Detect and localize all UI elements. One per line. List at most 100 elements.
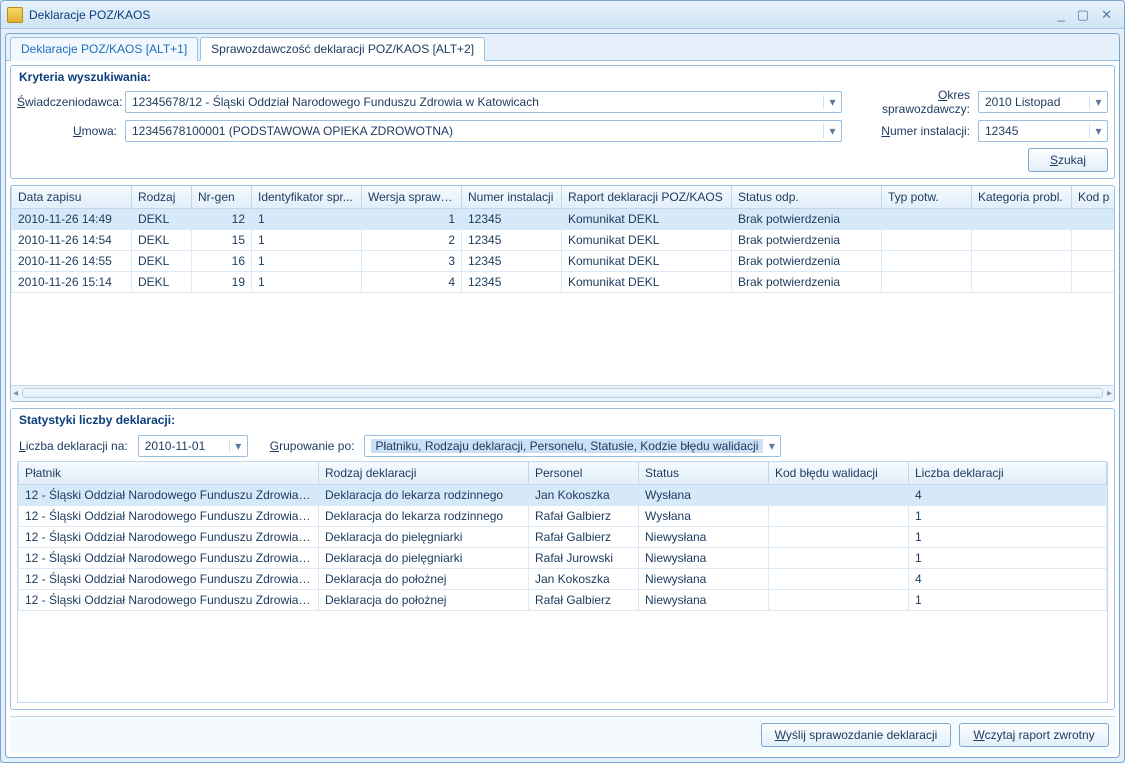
column-header[interactable]: Wersja sprawoz... bbox=[362, 186, 462, 209]
footer-actions: Wyślij sprawozdanie deklaracji Wczytaj r… bbox=[10, 716, 1115, 753]
column-header[interactable]: Liczba deklaracji bbox=[909, 462, 1107, 485]
umowa-dropdown[interactable]: 12345678100001 (PODSTAWOWA OPIEKA ZDROWO… bbox=[125, 120, 842, 142]
table-cell: 1 bbox=[252, 209, 362, 230]
scroll-right-icon[interactable]: ▸ bbox=[1107, 388, 1112, 399]
tab-sprawozdawczosc[interactable]: Sprawozdawczość deklaracji POZ/KAOS [ALT… bbox=[200, 37, 485, 61]
table-cell: DEKL bbox=[132, 272, 192, 293]
table-cell: Brak potwierdzenia bbox=[732, 251, 882, 272]
table-cell: 12 bbox=[192, 209, 252, 230]
table-cell bbox=[972, 209, 1072, 230]
table-cell: Rafał Galbierz bbox=[529, 589, 639, 610]
column-header[interactable]: Status bbox=[639, 462, 769, 485]
okres-label: Okres sprawozdawczy: bbox=[850, 88, 970, 116]
okres-dropdown[interactable]: 2010 Listopad ▾ bbox=[978, 91, 1108, 113]
table-cell: Brak potwierdzenia bbox=[732, 230, 882, 251]
table-cell: 2010-11-26 15:14 bbox=[12, 272, 132, 293]
table-cell: Niewysłana bbox=[639, 568, 769, 589]
search-button[interactable]: Szukaj bbox=[1028, 148, 1108, 172]
table-row[interactable]: 2010-11-26 14:54DEKL151212345Komunikat D… bbox=[12, 230, 1115, 251]
table-row[interactable]: 2010-11-26 15:14DEKL191412345Komunikat D… bbox=[12, 272, 1115, 293]
table-cell: Wysłana bbox=[639, 505, 769, 526]
column-header[interactable]: Rodzaj deklaracji bbox=[319, 462, 529, 485]
table-cell: 2010-11-26 14:55 bbox=[12, 251, 132, 272]
table-cell: 1 bbox=[252, 230, 362, 251]
table-cell: 12 - Śląski Oddział Narodowego Funduszu … bbox=[19, 547, 319, 568]
table-cell: 1 bbox=[252, 251, 362, 272]
table-row[interactable]: 2010-11-26 14:49DEKL121112345Komunikat D… bbox=[12, 209, 1115, 230]
table-cell: Brak potwierdzenia bbox=[732, 209, 882, 230]
table-cell: 1 bbox=[909, 547, 1107, 568]
table-row[interactable]: 12 - Śląski Oddział Narodowego Funduszu … bbox=[19, 547, 1107, 568]
chevron-down-icon: ▾ bbox=[229, 439, 247, 453]
maximize-button[interactable]: ▢ bbox=[1071, 7, 1095, 23]
column-header[interactable]: Raport deklaracji POZ/KAOS bbox=[562, 186, 732, 209]
numer-instalacji-label: Numer instalacji: bbox=[850, 124, 970, 138]
table-cell: 1 bbox=[909, 589, 1107, 610]
table-cell: Niewysłana bbox=[639, 526, 769, 547]
table-cell: 12345 bbox=[462, 230, 562, 251]
table-cell: Niewysłana bbox=[639, 547, 769, 568]
column-header[interactable]: Kod błędu walidacji bbox=[769, 462, 909, 485]
column-header[interactable]: Personel bbox=[529, 462, 639, 485]
numer-instalacji-value: 12345 bbox=[985, 124, 1089, 138]
table-row[interactable]: 12 - Śląski Oddział Narodowego Funduszu … bbox=[19, 484, 1107, 505]
table-cell: Rafał Galbierz bbox=[529, 505, 639, 526]
load-return-report-button[interactable]: Wczytaj raport zwrotny bbox=[959, 723, 1109, 747]
table-row[interactable]: 12 - Śląski Oddział Narodowego Funduszu … bbox=[19, 526, 1107, 547]
stats-grid[interactable]: PłatnikRodzaj deklaracjiPersonelStatusKo… bbox=[17, 461, 1108, 704]
table-row[interactable]: 12 - Śląski Oddział Narodowego Funduszu … bbox=[19, 589, 1107, 610]
grupowanie-dropdown[interactable]: Płatniku, Rodzaju deklaracji, Personelu,… bbox=[364, 435, 781, 457]
criteria-title: Kryteria wyszukiwania: bbox=[17, 68, 1108, 88]
table-cell: Komunikat DEKL bbox=[562, 209, 732, 230]
table-cell: 1 bbox=[252, 272, 362, 293]
table-cell bbox=[1072, 272, 1115, 293]
umowa-label: Umowa: bbox=[17, 124, 117, 138]
table-cell: 12345 bbox=[462, 251, 562, 272]
table-cell bbox=[769, 568, 909, 589]
table-cell: Jan Kokoszka bbox=[529, 484, 639, 505]
table-cell: 4 bbox=[909, 568, 1107, 589]
column-header[interactable]: Kod p bbox=[1072, 186, 1115, 209]
horizontal-scrollbar[interactable]: ◂ ▸ bbox=[11, 385, 1114, 401]
close-button[interactable]: ✕ bbox=[1095, 7, 1118, 23]
column-header[interactable]: Płatnik bbox=[19, 462, 319, 485]
swiadczeniodawca-dropdown[interactable]: 12345678/12 - Śląski Oddział Narodowego … bbox=[125, 91, 842, 113]
column-header[interactable]: Data zapisu bbox=[12, 186, 132, 209]
numer-instalacji-dropdown[interactable]: 12345 ▾ bbox=[978, 120, 1108, 142]
table-cell bbox=[769, 526, 909, 547]
column-header[interactable]: Numer instalacji bbox=[462, 186, 562, 209]
minimize-button[interactable]: _ bbox=[1052, 7, 1071, 22]
table-cell: 4 bbox=[909, 484, 1107, 505]
liczba-deklaracji-date[interactable]: 2010-11-01 ▾ bbox=[138, 435, 248, 457]
titlebar: Deklaracje POZ/KAOS _ ▢ ✕ bbox=[1, 1, 1124, 29]
table-cell: Deklaracja do lekarza rodzinnego bbox=[319, 505, 529, 526]
table-row[interactable]: 12 - Śląski Oddział Narodowego Funduszu … bbox=[19, 505, 1107, 526]
table-cell bbox=[1072, 209, 1115, 230]
table-cell: DEKL bbox=[132, 209, 192, 230]
tabstrip: Deklaracje POZ/KAOS [ALT+1] Sprawozdawcz… bbox=[6, 34, 1119, 61]
column-header[interactable]: Rodzaj bbox=[132, 186, 192, 209]
table-row[interactable]: 2010-11-26 14:55DEKL161312345Komunikat D… bbox=[12, 251, 1115, 272]
table-cell: DEKL bbox=[132, 251, 192, 272]
column-header[interactable]: Identyfikator spr... bbox=[252, 186, 362, 209]
column-header[interactable]: Nr-gen bbox=[192, 186, 252, 209]
table-cell: Komunikat DEKL bbox=[562, 272, 732, 293]
table-cell: 19 bbox=[192, 272, 252, 293]
column-header[interactable]: Kategoria probl. bbox=[972, 186, 1072, 209]
table-cell: Wysłana bbox=[639, 484, 769, 505]
send-report-button[interactable]: Wyślij sprawozdanie deklaracji bbox=[761, 723, 951, 747]
table-cell: 3 bbox=[362, 251, 462, 272]
scroll-left-icon[interactable]: ◂ bbox=[13, 388, 18, 399]
table-cell: 15 bbox=[192, 230, 252, 251]
table-cell: 16 bbox=[192, 251, 252, 272]
table-cell: 12 - Śląski Oddział Narodowego Funduszu … bbox=[19, 484, 319, 505]
window-title: Deklaracje POZ/KAOS bbox=[29, 8, 150, 22]
table-cell: Deklaracja do lekarza rodzinnego bbox=[319, 484, 529, 505]
column-header[interactable]: Typ potw. bbox=[882, 186, 972, 209]
table-row[interactable]: 12 - Śląski Oddział Narodowego Funduszu … bbox=[19, 568, 1107, 589]
tab-deklaracje[interactable]: Deklaracje POZ/KAOS [ALT+1] bbox=[10, 37, 198, 61]
report-grid-body[interactable]: Data zapisuRodzajNr-genIdentyfikator spr… bbox=[11, 186, 1114, 385]
column-header[interactable]: Status odp. bbox=[732, 186, 882, 209]
table-cell: 1 bbox=[909, 526, 1107, 547]
scrollbar-thumb[interactable] bbox=[22, 388, 1103, 398]
